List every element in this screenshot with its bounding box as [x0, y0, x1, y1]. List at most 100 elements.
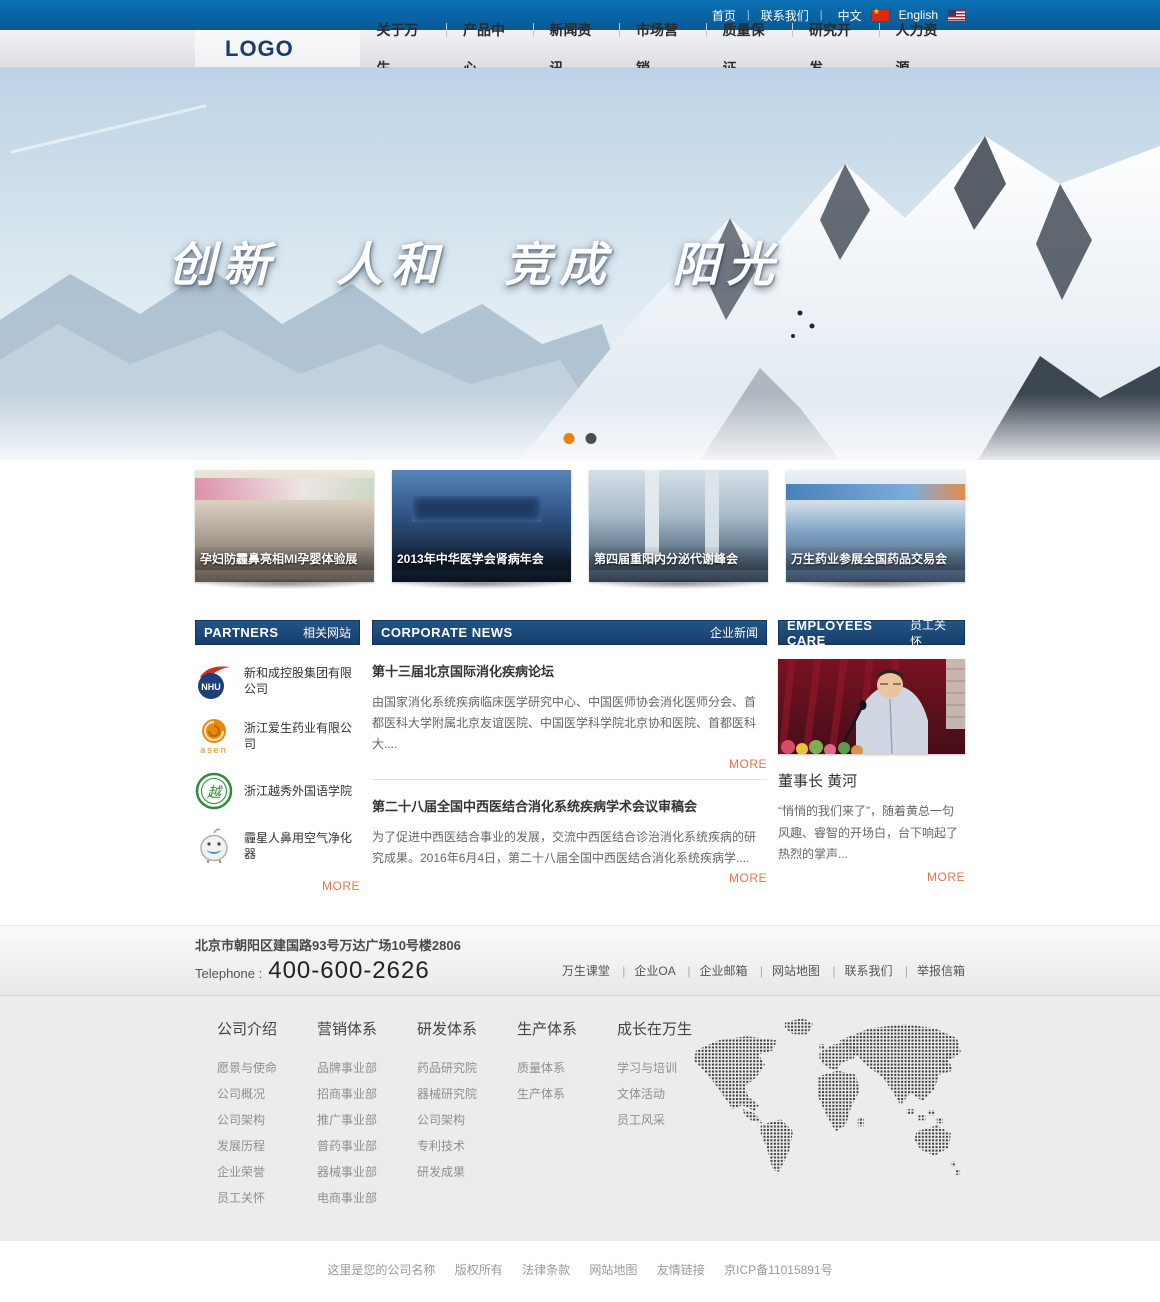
- footer-link[interactable]: 公司架构: [417, 1107, 517, 1133]
- quicklink-oa[interactable]: 企业OA: [613, 964, 675, 978]
- news-item-body: 为了促进中西医结合事业的发展，交流中西医结合诊治消化系统疾病的研究成果。2016…: [372, 827, 767, 869]
- partners-title: PARTNERS: [204, 625, 279, 640]
- partners-header: PARTNERS 相关网站: [195, 620, 360, 645]
- yuexiu-emblem-icon: 越: [195, 772, 233, 810]
- news-header: CORPORATE NEWS 企业新闻: [372, 620, 767, 645]
- telephone-label: Telephone :: [195, 966, 262, 981]
- partner-name: 浙江越秀外国语学院: [244, 783, 352, 799]
- footer-link[interactable]: 生产体系: [517, 1081, 617, 1107]
- footer-link[interactable]: 专利技术: [417, 1133, 517, 1159]
- partner-name: 浙江爱生药业有限公司: [244, 720, 360, 752]
- maixingren-mascot-icon: [195, 827, 233, 865]
- thumbnail-caption: 第四届重阳内分泌代谢峰会: [589, 547, 768, 570]
- contact-block: 北京市朝阳区建国路93号万达广场10号楼2806 Telephone : 400…: [195, 935, 461, 985]
- thumbnail-expo-3[interactable]: 第四届重阳内分泌代谢峰会: [589, 470, 768, 582]
- carousel-dot-1[interactable]: [564, 433, 575, 444]
- footer-link[interactable]: 企业荣誉: [217, 1159, 317, 1185]
- company-address: 北京市朝阳区建国路93号万达广场10号楼2806: [195, 935, 461, 954]
- company-name-text: 这里是您的公司名称: [327, 1263, 435, 1277]
- news-item-title[interactable]: 第十三届北京国际消化疾病论坛: [372, 661, 767, 680]
- care-title: EMPLOYEES CARE: [787, 618, 910, 648]
- footer-col-marketing: 营销体系 品牌事业部 招商事业部 推广事业部 普药事业部 器械事业部 电商事业部: [317, 1018, 417, 1211]
- thumbnail-expo-1[interactable]: 孕妇防霾鼻亮相MI孕婴体验展: [195, 470, 374, 582]
- footer-link[interactable]: 药品研究院: [417, 1055, 517, 1081]
- footer-link[interactable]: 招商事业部: [317, 1081, 417, 1107]
- footer-col-title: 公司介绍: [217, 1018, 317, 1039]
- partners-more-link[interactable]: MORE: [195, 865, 360, 893]
- care-body: “悄悄的我们来了”，随着黄总一句风趣、睿智的开场白，台下响起了热烈的掌声...: [778, 801, 965, 866]
- partner-link-asen[interactable]: asen 浙江爱生药业有限公司: [195, 717, 360, 755]
- footer-col-rnd: 研发体系 药品研究院 器械研究院 公司架构 专利技术 研发成果: [417, 1018, 517, 1211]
- footer-link[interactable]: 电商事业部: [317, 1185, 417, 1211]
- care-more-link[interactable]: MORE: [778, 870, 965, 884]
- footer-link[interactable]: 公司概况: [217, 1081, 317, 1107]
- legal-bar: 这里是您的公司名称 版权所有 法律条款 网站地图 友情链接 京ICP备11015…: [0, 1241, 1160, 1302]
- footer-link[interactable]: 质量体系: [517, 1055, 617, 1081]
- footer-col-title: 研发体系: [417, 1018, 517, 1039]
- news-item-title[interactable]: 第二十八届全国中西医结合消化系统疾病学术会议审稿会: [372, 796, 767, 815]
- footer-link[interactable]: 研发成果: [417, 1159, 517, 1185]
- chairman-name[interactable]: 董事长 黄河: [778, 770, 965, 791]
- quick-links: 万生课堂 企业OA 企业邮箱 网站地图 联系我们 举报信箱: [562, 962, 965, 985]
- asen-logo-icon: asen: [195, 717, 233, 755]
- carousel-dot-2[interactable]: [586, 433, 597, 444]
- news-title: CORPORATE NEWS: [381, 625, 513, 640]
- thumbnail-expo-2[interactable]: 2013年中华医学会肾病年会: [392, 470, 571, 582]
- hero-banner: 创新人和竞成阳光: [0, 68, 1160, 460]
- contact-strip: 北京市朝阳区建国路93号万达广场10号楼2806 Telephone : 400…: [0, 925, 1160, 996]
- footer-link[interactable]: 器械研究院: [417, 1081, 517, 1107]
- news-thumbnails: 孕妇防霾鼻亮相MI孕婴体验展 2013年中华医学会肾病年会 第四届重阳内分泌代谢…: [0, 470, 1160, 582]
- svg-text:越: 越: [207, 785, 223, 801]
- thumbnail-caption: 万生药业参展全国药品交易会: [786, 547, 965, 570]
- partner-name: 霾星人鼻用空气净化器: [244, 830, 360, 862]
- footer-col-title: 营销体系: [317, 1018, 417, 1039]
- footer-link[interactable]: 品牌事业部: [317, 1055, 417, 1081]
- quicklink-classroom[interactable]: 万生课堂: [562, 964, 610, 978]
- partners-subtitle-link[interactable]: 相关网站: [303, 624, 351, 641]
- quicklink-sitemap[interactable]: 网站地图: [751, 964, 820, 978]
- friend-links-link[interactable]: 友情链接: [657, 1263, 705, 1277]
- content-columns: PARTNERS 相关网站 NHU 新和成控股集团有限公司 asen 浙江: [0, 620, 1160, 893]
- thumbnail-expo-4[interactable]: 万生药业参展全国药品交易会: [786, 470, 965, 582]
- employees-care-panel: EMPLOYEES CARE 员工关怀: [778, 620, 965, 893]
- main-nav: 关于万生 产品中心 新闻资讯 市场营销 质量保证 研究开发 人力资源: [360, 30, 965, 67]
- footer-link[interactable]: 发展历程: [217, 1133, 317, 1159]
- hero-slogan: 创新人和竞成阳光: [168, 226, 840, 295]
- site-header: LOGO 关于万生 产品中心 新闻资讯 市场营销 质量保证 研究开发 人力资源: [0, 30, 1160, 68]
- quicklink-report[interactable]: 举报信箱: [896, 964, 965, 978]
- footer: 公司介绍 愿景与使命 公司概况 公司架构 发展历程 企业荣誉 员工关怀 营销体系…: [0, 996, 1160, 1241]
- quicklink-contact[interactable]: 联系我们: [823, 964, 892, 978]
- chairman-speech-photo[interactable]: [778, 659, 965, 754]
- svg-text:asen: asen: [200, 745, 228, 755]
- quicklink-mail[interactable]: 企业邮箱: [678, 964, 747, 978]
- carousel-dots: [564, 433, 597, 444]
- corporate-news-panel: CORPORATE NEWS 企业新闻 第十三届北京国际消化疾病论坛 由国家消化…: [372, 620, 767, 893]
- icp-number-link[interactable]: 京ICP备11015891号: [724, 1263, 833, 1277]
- news-subtitle-link[interactable]: 企业新闻: [710, 624, 758, 641]
- footer-link[interactable]: 愿景与使命: [217, 1055, 317, 1081]
- world-map-graphic: [687, 1012, 972, 1184]
- footer-col-title: 生产体系: [517, 1018, 617, 1039]
- sitemap-link[interactable]: 网站地图: [589, 1263, 637, 1277]
- news-more-link[interactable]: MORE: [372, 871, 767, 885]
- news-more-link[interactable]: MORE: [372, 757, 767, 771]
- partner-name: 新和成控股集团有限公司: [244, 665, 360, 697]
- care-subtitle-link[interactable]: 员工关怀: [910, 616, 956, 650]
- news-item: 第十三届北京国际消化疾病论坛 由国家消化系统疾病临床医学研究中心、中国医师协会消…: [372, 645, 767, 780]
- partner-link-yuexiu[interactable]: 越 浙江越秀外国语学院: [195, 772, 360, 810]
- logo[interactable]: LOGO: [195, 30, 360, 67]
- partners-panel: PARTNERS 相关网站 NHU 新和成控股集团有限公司 asen 浙江: [195, 620, 360, 893]
- footer-link[interactable]: 推广事业部: [317, 1107, 417, 1133]
- legal-terms-link[interactable]: 法律条款: [522, 1263, 570, 1277]
- footer-link[interactable]: 普药事业部: [317, 1133, 417, 1159]
- footer-link[interactable]: 器械事业部: [317, 1159, 417, 1185]
- nhu-logo-icon: NHU: [195, 662, 233, 700]
- footer-link[interactable]: 公司架构: [217, 1107, 317, 1133]
- copyright-text: 版权所有: [455, 1263, 503, 1277]
- footer-col-production: 生产体系 质量体系 生产体系: [517, 1018, 617, 1211]
- thumbnail-caption: 孕妇防霾鼻亮相MI孕婴体验展: [195, 547, 374, 570]
- telephone-number: 400-600-2626: [268, 957, 429, 985]
- partner-link-nhu[interactable]: NHU 新和成控股集团有限公司: [195, 662, 360, 700]
- footer-link[interactable]: 员工关怀: [217, 1185, 317, 1211]
- partner-link-maixingren[interactable]: 霾星人鼻用空气净化器: [195, 827, 360, 865]
